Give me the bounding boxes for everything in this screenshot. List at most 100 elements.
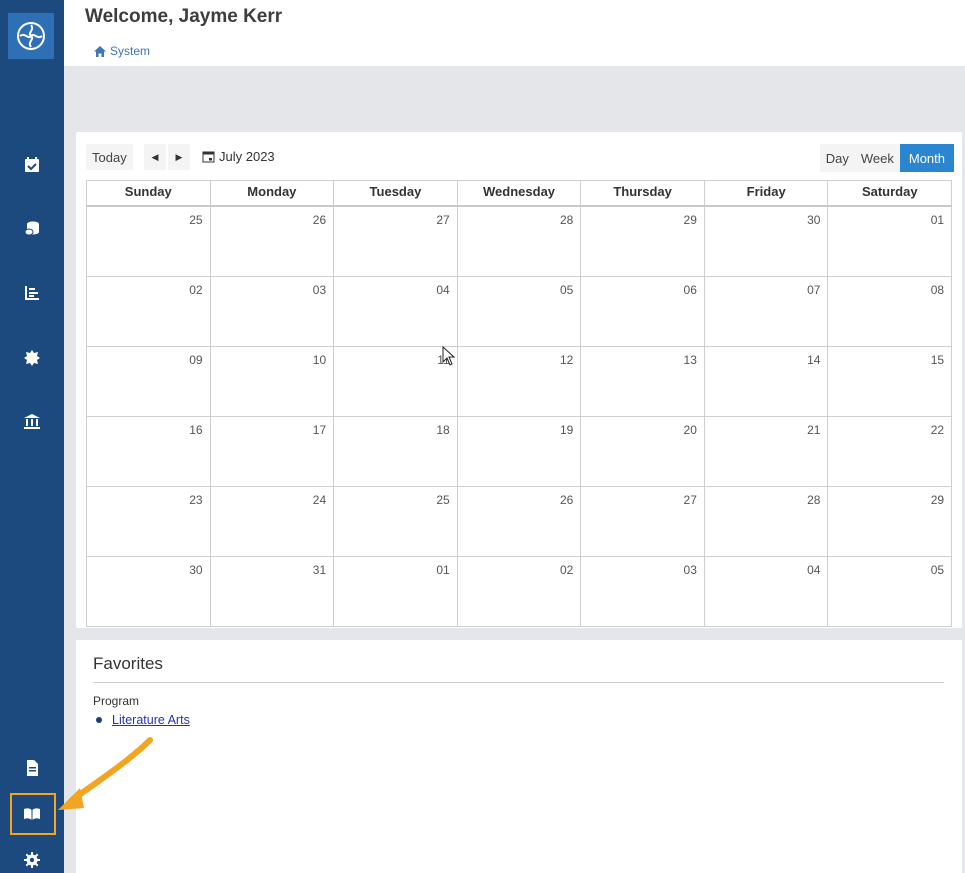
calendar-day-cell[interactable]: 22 (828, 417, 953, 486)
book-open-icon (24, 808, 40, 820)
calendar-day-cell[interactable]: 01 (828, 207, 953, 276)
annotation-arrow-icon (58, 737, 153, 810)
calendar-day-cell[interactable]: 16 (87, 417, 211, 486)
calendar-week-row: 30 31 01 02 03 04 05 (87, 557, 953, 627)
calendar-day-cell[interactable]: 10 (211, 347, 335, 416)
calendar-day-cell[interactable]: 24 (211, 487, 335, 556)
breadcrumb[interactable]: System (94, 44, 150, 58)
document-icon (27, 760, 38, 776)
calendar-day-cell[interactable]: 27 (334, 207, 458, 276)
calendar-day-cell[interactable]: 15 (828, 347, 953, 416)
page-header: Welcome, Jayme Kerr System (64, 0, 965, 66)
calendar-icon (202, 151, 215, 163)
calendar-day-cell[interactable]: 14 (705, 347, 829, 416)
calendar-day-cell[interactable]: 26 (458, 487, 582, 556)
calendar-week-row: 09101112131415 (87, 347, 953, 417)
sidebar-item-reports[interactable] (20, 281, 44, 305)
calendar-week-row: 25 26 27 28 29 30 01 (87, 207, 953, 277)
view-switcher: Day Week Month (819, 144, 954, 172)
calendar-day-cell[interactable]: 26 (211, 207, 335, 276)
calendar-day-cell[interactable]: 04 (705, 557, 829, 626)
calendar-weeks: 2526272829300102030405060708091011121314… (87, 207, 953, 627)
gear-icon (24, 852, 40, 868)
calendar-day-cell[interactable]: 28 (458, 207, 582, 276)
app-logo[interactable] (8, 13, 54, 59)
calendar-day-cell[interactable]: 05 (828, 557, 953, 626)
calendar-day-cell[interactable]: 17 (211, 417, 335, 486)
badge-icon (24, 350, 40, 366)
calendar-week-row: 23 24 25 26 27 28 29 (87, 487, 953, 557)
calendar-day-cell[interactable]: 21 (705, 417, 829, 486)
sidebar-item-institution[interactable] (20, 410, 44, 434)
calendar-day-cell[interactable]: 07 (705, 277, 829, 346)
calendar-day-cell[interactable]: 03 (211, 277, 335, 346)
sidebar-item-documents[interactable] (20, 756, 44, 780)
sidebar-item-settings[interactable] (20, 848, 44, 872)
calendar-day-cell[interactable]: 12 (458, 347, 582, 416)
weekday-header-row: Sunday Monday Tuesday Wednesday Thursday… (87, 180, 953, 207)
favorite-item: Literature Arts (96, 713, 190, 727)
sidebar-item-calendar[interactable] (20, 153, 44, 177)
sidebar-item-certifications[interactable] (20, 346, 44, 370)
favorites-panel: Favorites Program Literature Arts (76, 640, 962, 873)
page-title: Welcome, Jayme Kerr (85, 6, 283, 27)
bar-chart-icon (25, 286, 39, 300)
calendar-panel: Today ◀ ▶ July 2023 Day Week Month Sunda… (76, 132, 962, 628)
bullet-icon (96, 717, 102, 723)
calendar-check-icon (25, 157, 39, 172)
view-week-button[interactable]: Week (854, 144, 900, 172)
calendar-day-cell[interactable]: 08 (828, 277, 953, 346)
calendar-toolbar: Today ◀ ▶ July 2023 Day Week Month (86, 142, 954, 172)
calendar-day-cell[interactable]: 31 (211, 557, 335, 626)
calendar-day-cell[interactable]: 25 (87, 207, 211, 276)
calendar-day-cell[interactable]: 23 (87, 487, 211, 556)
calendar-day-cell[interactable]: 29 (581, 207, 705, 276)
calendar-grid: Sunday Monday Tuesday Wednesday Thursday… (86, 180, 953, 627)
logo-icon (17, 22, 45, 50)
calendar-day-cell[interactable]: 04 (334, 277, 458, 346)
view-month-button[interactable]: Month (899, 144, 954, 172)
favorites-title: Favorites (93, 654, 163, 673)
calendar-day-cell[interactable]: 11 (334, 347, 458, 416)
calendar-day-cell[interactable]: 02 (458, 557, 582, 626)
calendar-day-cell[interactable]: 28 (705, 487, 829, 556)
calendar-day-cell[interactable]: 30 (705, 207, 829, 276)
institution-icon (24, 414, 40, 429)
weekday-friday: Friday (705, 181, 829, 205)
calendar-day-cell[interactable]: 18 (334, 417, 458, 486)
calendar-day-cell[interactable]: 03 (581, 557, 705, 626)
weekday-wednesday: Wednesday (458, 181, 582, 205)
weekday-tuesday: Tuesday (334, 181, 458, 205)
calendar-day-cell[interactable]: 01 (334, 557, 458, 626)
calendar-day-cell[interactable]: 05 (458, 277, 582, 346)
weekday-sunday: Sunday (87, 181, 211, 205)
mouse-cursor-icon (442, 346, 456, 366)
calendar-day-cell[interactable]: 20 (581, 417, 705, 486)
calendar-day-cell[interactable]: 02 (87, 277, 211, 346)
weekday-saturday: Saturday (828, 181, 953, 205)
calendar-month-title[interactable]: July 2023 (202, 149, 275, 164)
home-icon (94, 45, 106, 57)
calendar-day-cell[interactable]: 27 (581, 487, 705, 556)
favorites-group-label: Program (93, 694, 140, 708)
calendar-day-cell[interactable]: 13 (581, 347, 705, 416)
divider (93, 682, 944, 683)
favorite-link-literature-arts[interactable]: Literature Arts (112, 713, 190, 727)
month-title-label: July 2023 (219, 149, 275, 164)
calendar-week-row: 02 03 04 05 06 07 08 (87, 277, 953, 347)
today-button[interactable]: Today (86, 144, 133, 170)
calendar-day-cell[interactable]: 19 (458, 417, 582, 486)
breadcrumb-system[interactable]: System (110, 44, 150, 58)
next-month-button[interactable]: ▶ (168, 144, 190, 170)
calendar-day-cell[interactable]: 25 (334, 487, 458, 556)
calendar-day-cell[interactable]: 06 (581, 277, 705, 346)
sidebar-item-finance[interactable] (20, 217, 44, 241)
sidebar-item-catalog[interactable] (20, 802, 44, 826)
calendar-day-cell[interactable]: 29 (828, 487, 953, 556)
calendar-day-cell[interactable]: 09 (87, 347, 211, 416)
weekday-thursday: Thursday (581, 181, 705, 205)
view-day-button[interactable]: Day (819, 144, 855, 172)
calendar-day-cell[interactable]: 30 (87, 557, 211, 626)
prev-month-button[interactable]: ◀ (144, 144, 166, 170)
weekday-monday: Monday (211, 181, 335, 205)
